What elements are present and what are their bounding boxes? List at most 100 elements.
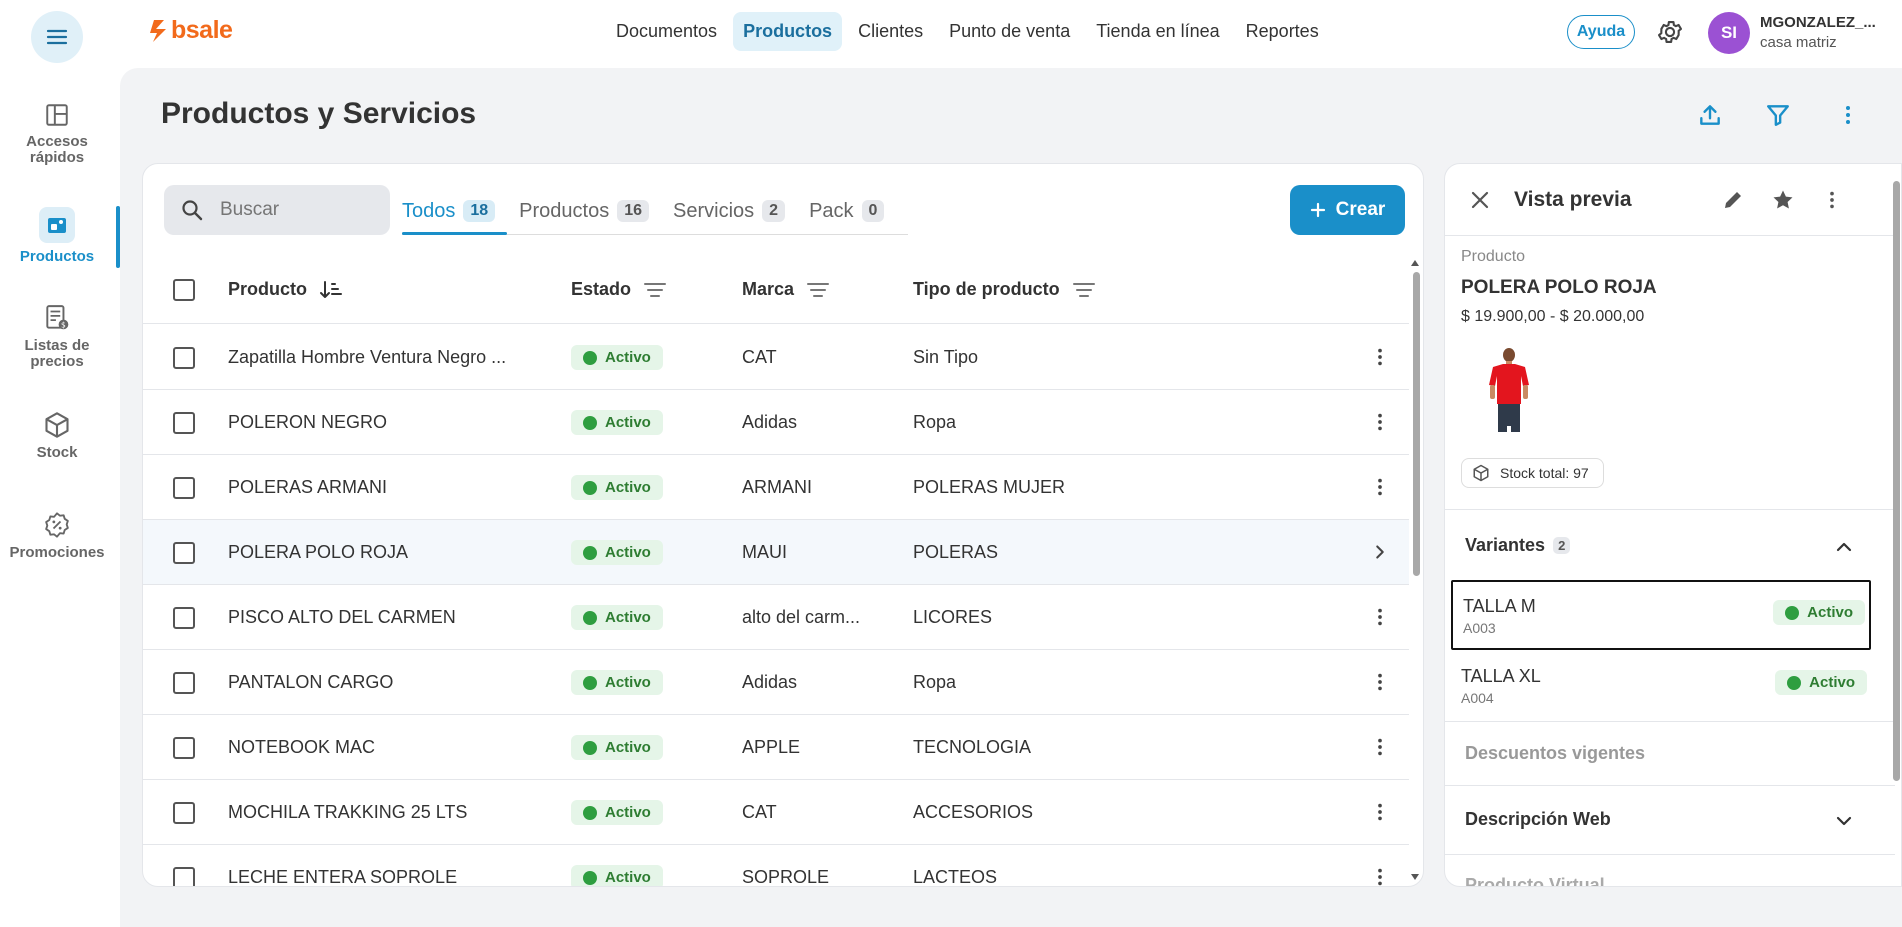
- sidebar-item-listas-de-precios[interactable]: $ Listas de precios: [0, 304, 114, 370]
- discounts-title: Descuentos vigentes: [1465, 743, 1646, 763]
- web-description-title[interactable]: Descripción Web: [1465, 809, 1611, 830]
- tab-todos[interactable]: Todos 18: [402, 188, 508, 235]
- nav-productos[interactable]: Productos: [733, 12, 843, 51]
- favorite-button[interactable]: [1771, 188, 1795, 212]
- nav-tienda-en-linea[interactable]: Tienda en línea: [1086, 12, 1229, 51]
- help-button[interactable]: Ayuda: [1567, 15, 1635, 49]
- row-menu-button[interactable]: [1369, 800, 1391, 824]
- variant-item[interactable]: TALLA M A003 Activo: [1451, 580, 1871, 650]
- tab-productos[interactable]: Productos 16: [519, 188, 661, 234]
- gear-icon: [1657, 21, 1683, 43]
- row-checkbox[interactable]: [173, 541, 195, 564]
- table-row[interactable]: LECHE ENTERA SOPROLE Activo SOPROLE LACT…: [143, 845, 1409, 886]
- row-checkbox[interactable]: [173, 411, 195, 434]
- sort-ascending-icon[interactable]: [319, 279, 343, 301]
- cell-marca: CAT: [742, 802, 777, 822]
- edit-button[interactable]: [1721, 188, 1745, 212]
- cell-producto: PANTALON CARGO: [228, 672, 394, 692]
- row-menu-button[interactable]: [1369, 475, 1391, 499]
- table-row[interactable]: PANTALON CARGO Activo Adidas Ropa: [143, 650, 1409, 715]
- bsale-logo[interactable]: bsale: [148, 16, 233, 45]
- table-row[interactable]: MOCHILA TRAKKING 25 LTS Activo CAT ACCES…: [143, 780, 1409, 845]
- status-badge: Activo: [571, 735, 663, 760]
- table-row[interactable]: POLERON NEGRO Activo Adidas Ropa: [143, 390, 1409, 455]
- cell-marca: MAUI: [742, 542, 787, 562]
- select-all-checkbox[interactable]: [173, 278, 195, 301]
- row-menu-button[interactable]: [1369, 345, 1391, 369]
- nav-punto-de-venta[interactable]: Punto de venta: [939, 12, 1080, 51]
- create-button[interactable]: Crear: [1290, 185, 1405, 235]
- nav-reportes[interactable]: Reportes: [1236, 12, 1329, 51]
- filter-button[interactable]: [1765, 102, 1791, 128]
- table-row[interactable]: POLERAS ARMANI Activo ARMANI POLERAS MUJ…: [143, 455, 1409, 520]
- user-avatar[interactable]: SI: [1708, 12, 1750, 54]
- expand-web-description-button[interactable]: [1832, 809, 1856, 833]
- status-badge: Activo: [571, 345, 663, 370]
- sidebar-item-productos[interactable]: Productos: [0, 207, 114, 265]
- status-label: Activo: [605, 739, 651, 756]
- row-checkbox[interactable]: [173, 736, 195, 759]
- variants-section-title[interactable]: Variantes 2: [1465, 535, 1571, 556]
- variant-code: A004: [1461, 690, 1494, 706]
- preview-more-button[interactable]: [1821, 188, 1843, 212]
- row-checkbox[interactable]: [173, 346, 195, 369]
- sort-icon[interactable]: [643, 280, 667, 300]
- table-row[interactable]: NOTEBOOK MAC Activo APPLE TECNOLOGIA: [143, 715, 1409, 780]
- search-box[interactable]: [164, 185, 390, 235]
- export-button[interactable]: [1697, 102, 1723, 128]
- sort-icon[interactable]: [1072, 280, 1096, 300]
- col-estado[interactable]: Estado: [571, 255, 667, 324]
- row-menu-button[interactable]: [1369, 670, 1391, 694]
- col-marca[interactable]: Marca: [742, 255, 830, 324]
- table-row[interactable]: Zapatilla Hombre Ventura Negro ... Activ…: [143, 325, 1409, 390]
- row-checkbox[interactable]: [173, 671, 195, 694]
- cell-producto: POLERON NEGRO: [228, 412, 388, 432]
- cell-producto: PISCO ALTO DEL CARMEN: [228, 607, 456, 627]
- search-input[interactable]: [220, 199, 370, 221]
- user-name[interactable]: MGONZALEZ_...: [1760, 14, 1876, 31]
- sidebar-item-accesos-rapidos[interactable]: Accesos rápidos: [0, 102, 114, 166]
- tab-count: 18: [463, 200, 496, 222]
- cell-marca: APPLE: [742, 737, 801, 757]
- settings-button[interactable]: [1656, 18, 1684, 46]
- row-checkbox[interactable]: [173, 606, 195, 629]
- sidebar-item-stock[interactable]: Stock: [0, 411, 114, 461]
- nav-clientes[interactable]: Clientes: [848, 12, 933, 51]
- row-menu-button[interactable]: [1369, 865, 1391, 886]
- tab-servicios[interactable]: Servicios 2: [673, 188, 797, 234]
- divider: [1445, 721, 1895, 722]
- row-menu-button[interactable]: [1369, 410, 1391, 434]
- kebab-menu-icon: [1830, 191, 1834, 209]
- col-tipo-de-producto[interactable]: Tipo de producto: [913, 255, 1096, 324]
- variants-title: Variantes: [1465, 535, 1546, 555]
- row-open-button[interactable]: [1369, 540, 1391, 564]
- sidebar-item-promociones[interactable]: Promociones: [0, 511, 114, 561]
- row-checkbox[interactable]: [173, 866, 195, 886]
- nav-documentos[interactable]: Documentos: [606, 12, 727, 51]
- sort-icon[interactable]: [806, 280, 830, 300]
- close-preview-button[interactable]: [1468, 188, 1492, 212]
- row-checkbox[interactable]: [173, 801, 195, 824]
- variant-item[interactable]: TALLA XL A004 Activo: [1451, 652, 1871, 722]
- divider: [1445, 785, 1895, 786]
- collapse-variants-button[interactable]: [1832, 535, 1856, 559]
- cell-producto: POLERAS ARMANI: [228, 477, 388, 497]
- col-producto[interactable]: Producto: [228, 255, 343, 324]
- more-options-button[interactable]: [1836, 102, 1860, 128]
- preview-scrollbar-thumb[interactable]: [1893, 181, 1900, 781]
- product-image[interactable]: [1479, 343, 1539, 435]
- status-label: Activo: [1807, 604, 1853, 621]
- table-row-selected[interactable]: POLERA POLO ROJA Activo MAUI POLERAS: [143, 520, 1409, 585]
- row-menu-button[interactable]: [1369, 735, 1391, 759]
- products-icon: [48, 218, 66, 233]
- table-row[interactable]: PISCO ALTO DEL CARMEN Activo alto del ca…: [143, 585, 1409, 650]
- table-scrollbar-thumb[interactable]: [1413, 272, 1420, 576]
- star-icon: [1773, 190, 1793, 209]
- tab-pack[interactable]: Pack 0: [809, 188, 896, 234]
- hamburger-menu-button[interactable]: [31, 11, 83, 63]
- product-price-range: $ 19.900,00 - $ 20.000,00: [1461, 308, 1645, 325]
- row-checkbox[interactable]: [173, 476, 195, 499]
- row-menu-button[interactable]: [1369, 605, 1391, 629]
- cell-marca: CAT: [742, 347, 777, 367]
- cell-marca: Adidas: [742, 412, 798, 432]
